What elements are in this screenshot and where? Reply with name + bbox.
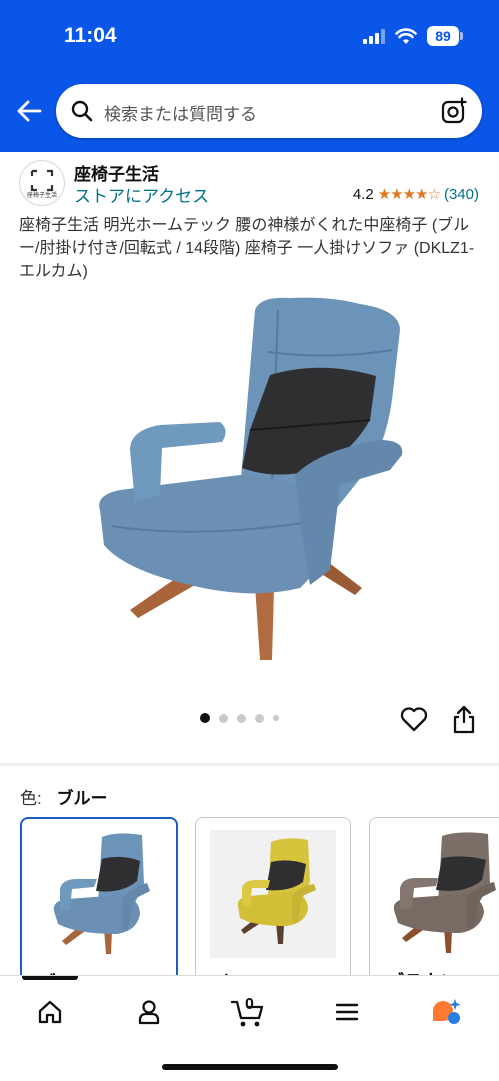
nav-menu[interactable] [319, 992, 375, 1032]
visit-store-link[interactable]: ストアにアクセス [74, 182, 209, 207]
carousel-dot[interactable] [237, 713, 246, 723]
status-time: 11:04 [64, 24, 117, 47]
camera-search-icon[interactable] [440, 97, 468, 125]
top-header: 11:04 89 検索または質問する [0, 0, 499, 152]
nav-active-indicator [22, 976, 78, 980]
carousel-dot[interactable] [273, 715, 279, 721]
carousel-dot[interactable] [255, 713, 264, 723]
search-placeholder: 検索または質問する [104, 105, 257, 124]
nav-cart[interactable]: 0 [220, 992, 276, 1032]
product-title: 座椅子生活 明光ホームテック 腰の神様がくれた中座椅子 (ブルー/肘掛け付き/回… [19, 217, 475, 280]
nav-account[interactable] [121, 992, 177, 1032]
status-icons: 89 [363, 26, 463, 46]
heart-icon[interactable] [400, 706, 428, 732]
image-carousel-dots[interactable] [200, 713, 279, 723]
blue-chair-thumbnail [53, 833, 150, 954]
brown-chair-thumbnail [393, 832, 496, 953]
color-option-brown[interactable]: ブラウン [369, 817, 499, 984]
cart-count: 0 [245, 996, 254, 1013]
color-selector-label: 色: ブルー [20, 784, 107, 809]
color-label-key: 色: [20, 789, 42, 808]
color-option-blue[interactable]: ブルー [20, 817, 178, 986]
section-divider [0, 763, 499, 766]
nav-rufus[interactable] [418, 992, 474, 1032]
rating-value: 4.2 [352, 185, 374, 203]
battery-icon: 89 [427, 26, 463, 46]
color-selected-value: ブルー [56, 789, 108, 808]
wifi-icon [395, 27, 417, 44]
share-icon[interactable] [452, 704, 476, 734]
signal-icon [363, 28, 385, 44]
color-option-yellow[interactable]: イエロー [195, 817, 351, 984]
star-rating-icon: ★★★★☆ [377, 186, 441, 203]
account-icon [138, 1000, 160, 1025]
nav-home[interactable] [22, 992, 78, 1032]
menu-icon [335, 1003, 359, 1021]
store-logo[interactable]: 座椅子生活 [19, 160, 65, 206]
yellow-chair-thumbnail [210, 830, 336, 958]
home-indicator[interactable] [162, 1064, 338, 1070]
product-main-image[interactable] [90, 290, 410, 670]
search-input[interactable]: 検索または質問する [56, 84, 482, 138]
carousel-dot-active[interactable] [200, 713, 210, 723]
search-icon [71, 100, 93, 122]
rufus-icon [433, 999, 461, 1024]
store-logo-text: 座椅子生活 [26, 193, 57, 199]
home-icon [38, 1000, 62, 1024]
carousel-dot[interactable] [219, 713, 228, 723]
rating-count[interactable]: (340) [444, 186, 479, 203]
rating-summary[interactable]: 4.2 ★★★★☆ (340) [352, 185, 479, 204]
back-arrow-icon[interactable] [14, 96, 44, 126]
